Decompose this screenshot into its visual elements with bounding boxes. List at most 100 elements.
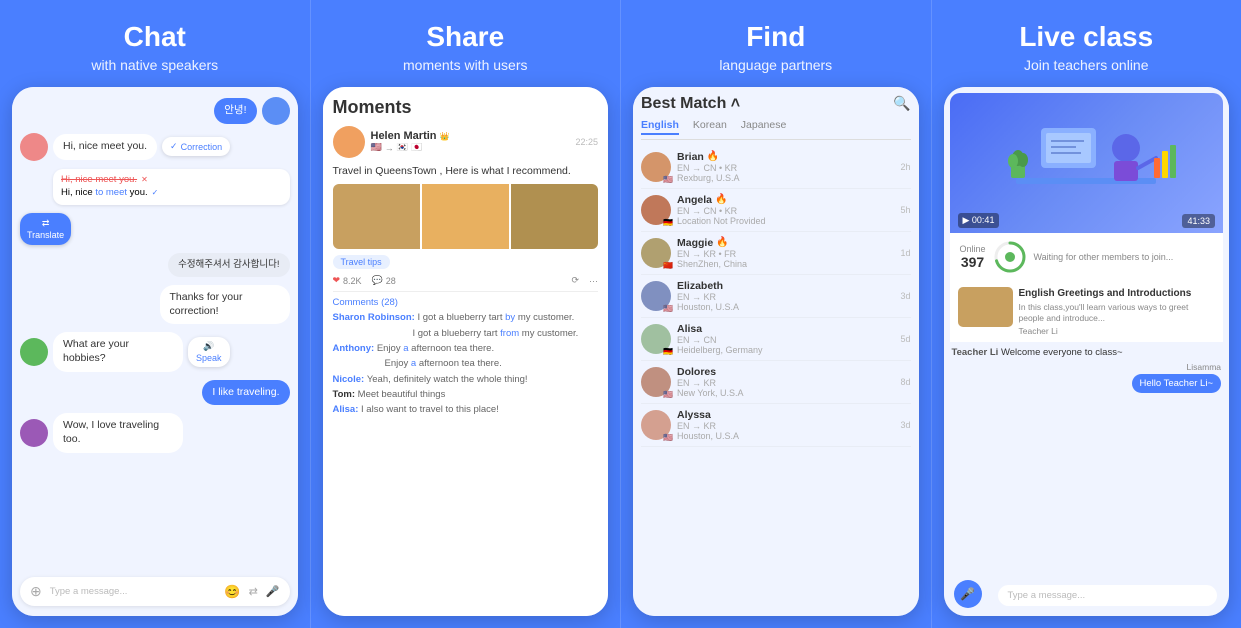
- user-dolores[interactable]: 🇺🇸 Dolores EN → KR New York, U.S.A 8d: [641, 361, 911, 404]
- share-panel: Share moments with users Moments Helen M…: [310, 0, 621, 628]
- speak-icon: 🔊: [203, 341, 214, 352]
- play-time: 00:41: [972, 215, 995, 225]
- mic-button[interactable]: 🎤: [954, 580, 982, 608]
- loc-alyssa: Houston, U.S.A: [677, 431, 894, 441]
- waiting-text: Waiting for other members to join...: [1034, 252, 1213, 262]
- find-title: Find: [746, 22, 805, 53]
- online-count: 397: [961, 254, 984, 270]
- info-dolores: Dolores EN → KR New York, U.S.A: [677, 366, 894, 398]
- share-icon[interactable]: ⟳: [571, 275, 579, 286]
- comments-count: 28: [386, 276, 396, 286]
- live-input-placeholder[interactable]: Type a message...: [1008, 590, 1086, 601]
- time-brian: 2h: [900, 162, 910, 172]
- author-nicole: Nicole:: [333, 374, 367, 385]
- comments-label: Comments (28): [333, 297, 599, 308]
- live-chat: Teacher Li Welcome everyone to class~ Li…: [944, 342, 1230, 580]
- user-brian[interactable]: 🇺🇸 Brian 🔥 EN → CN • KR Rexburg, U.S.A 2…: [641, 146, 911, 189]
- translate-badge[interactable]: ⇄ Translate: [20, 213, 71, 245]
- emoji-icon[interactable]: 😊: [224, 584, 240, 600]
- time-elizabeth: 3d: [900, 291, 910, 301]
- check-icon-2: ✓: [152, 188, 159, 197]
- moments-title: Moments: [333, 97, 599, 118]
- heart-icon: ❤: [333, 275, 341, 286]
- chat-avatar-4: [20, 419, 48, 447]
- post-img-1: [333, 184, 420, 249]
- time-badge: 41:33: [1182, 214, 1215, 228]
- info-alyssa: Alyssa EN → KR Houston, U.S.A: [677, 409, 894, 441]
- best-match-title: Best Match ˄: [641, 95, 740, 113]
- mic-input-icon[interactable]: 🎤: [266, 585, 280, 598]
- chat-bubble-thanks-en: Thanks for your correction!: [160, 285, 290, 324]
- chat-avatar-3: [20, 338, 48, 366]
- live-bottom-bar: 🎤 Type a message...: [944, 580, 1230, 616]
- share-screen: Moments Helen Martin 👑 🇺🇸 → 🇰🇷 🇯🇵 22:25: [323, 87, 609, 616]
- self-msg-bubble: Hello Teacher Li~: [1132, 374, 1222, 393]
- chat-bubble-traveling: I like traveling.: [202, 380, 289, 406]
- search-icon[interactable]: 🔍: [893, 95, 910, 112]
- share-title: Share: [426, 22, 504, 53]
- find-header: Best Match ˄ 🔍: [641, 95, 911, 113]
- lang-tabs: English Korean Japanese: [641, 119, 911, 140]
- progress-ring: [992, 239, 1028, 275]
- loc-elizabeth: Houston, U.S.A: [677, 302, 894, 312]
- sharon-line1: I got a blueberry tart by my customer.: [417, 312, 574, 323]
- play-button[interactable]: ▶ 00:41: [958, 213, 1000, 228]
- name-angela: Angela 🔥: [677, 194, 894, 206]
- chat-panel: Chat with native speakers 안녕! Hi, nice m…: [0, 0, 310, 628]
- speak-badge[interactable]: 🔊 Speak: [188, 337, 230, 367]
- user-maggie[interactable]: 🇨🇳 Maggie 🔥 EN → KR • FR ShenZhen, China…: [641, 232, 911, 275]
- avatar-dolores: 🇺🇸: [641, 367, 671, 397]
- chat-row-last: Wow, I love traveling too.: [20, 413, 290, 452]
- translate-input-icon[interactable]: ⇄: [249, 585, 258, 598]
- live-illustration: [950, 93, 1224, 233]
- comments-section: Comments (28) Sharon Robinson: I got a b…: [333, 297, 599, 416]
- comment-nicole: Nicole: Yeah, definitely watch the whole…: [333, 373, 599, 386]
- comments-stat: 💬 28: [372, 275, 396, 286]
- tab-korean[interactable]: Korean: [693, 119, 727, 135]
- correction-wrong: Hi, nice meet you. ✕: [61, 174, 282, 185]
- name-dolores: Dolores: [677, 366, 894, 378]
- chat-input-bar: ⊕ Type a message... 😊 ⇄ 🎤: [20, 577, 290, 606]
- chat-row-translate: ⇄ Translate: [20, 213, 290, 245]
- online-indicator: Online 397: [960, 244, 986, 270]
- x-icon: ✕: [141, 175, 148, 184]
- translate-label: Translate: [27, 230, 64, 240]
- live-screen: ▶ 00:41 41:33 Online 397 Waiting for oth…: [944, 87, 1230, 616]
- find-phone: Best Match ˄ 🔍 English Korean Japanese 🇺…: [633, 87, 919, 616]
- crown-icon: 👑: [440, 132, 450, 141]
- user-alisa[interactable]: 🇩🇪 Alisa EN → CN Heidelberg, Germany 5d: [641, 318, 911, 361]
- user-elizabeth[interactable]: 🇺🇸 Elizabeth EN → KR Houston, U.S.A 3d: [641, 275, 911, 318]
- chat-row-thanks-en: Thanks for your correction!: [20, 285, 290, 324]
- post-text: Travel in QueensTown , Here is what I re…: [333, 164, 599, 179]
- post-author-name: Helen Martin 👑: [371, 130, 450, 142]
- anthony-line2: Enjoy a afternoon tea there.: [333, 358, 502, 369]
- post-header: Helen Martin 👑 🇺🇸 → 🇰🇷 🇯🇵 22:25: [333, 126, 599, 158]
- post-images: [333, 184, 599, 249]
- chat-title: Chat: [124, 22, 186, 53]
- anthony-line1: Enjoy a afternoon tea there.: [377, 343, 494, 354]
- travel-tag[interactable]: Travel tips: [333, 255, 599, 275]
- online-label: Online: [960, 244, 986, 254]
- tab-japanese[interactable]: Japanese: [741, 119, 787, 135]
- wrong-text: Hi, nice meet you.: [61, 174, 137, 185]
- input-placeholder[interactable]: Type a message...: [50, 586, 217, 597]
- time-dolores: 8d: [900, 377, 910, 387]
- post-avatar: [333, 126, 365, 158]
- correction-badge: ✓ Correction: [162, 137, 230, 156]
- travel-tag-text: Travel tips: [333, 255, 390, 269]
- live-msg-teacher: Teacher Li Welcome everyone to class~: [952, 347, 1222, 358]
- user-angela[interactable]: 🇩🇪 Angela 🔥 EN → CN • KR Location Not Pr…: [641, 189, 911, 232]
- add-icon[interactable]: ⊕: [30, 583, 42, 600]
- tab-english[interactable]: English: [641, 119, 679, 135]
- chat-bubble-korean: 안녕!: [214, 98, 256, 124]
- chat-row-2: Hi, nice meet you. ✓ Correction: [20, 133, 290, 161]
- live-video: ▶ 00:41 41:33: [950, 93, 1224, 233]
- comment-anthony: Anthony: Enjoy a afternoon tea there.: [333, 342, 599, 355]
- more-icon[interactable]: ···: [589, 276, 598, 286]
- share-subtitle: moments with users: [403, 57, 527, 73]
- alisa-text: I also want to travel to this place!: [361, 404, 499, 415]
- user-alyssa[interactable]: 🇺🇸 Alyssa EN → KR Houston, U.S.A 3d: [641, 404, 911, 447]
- sharon-line2: I got a blueberry tart from my customer.: [333, 328, 579, 339]
- comment-anthony-2: Enjoy a afternoon tea there.: [333, 357, 599, 370]
- flag-en: 🇺🇸: [371, 142, 382, 153]
